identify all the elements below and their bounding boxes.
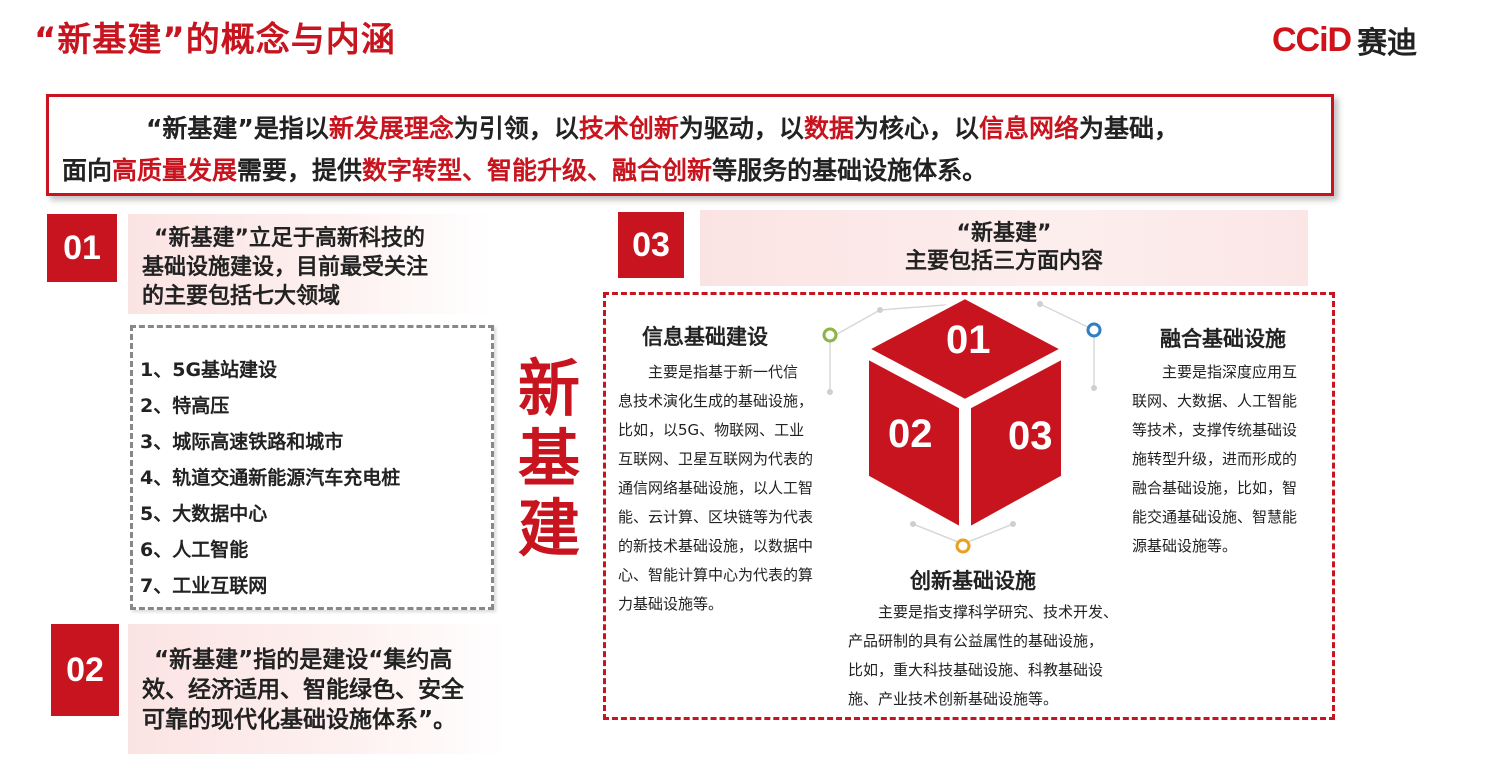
- definition-segment: 等服务的基础设施体系。: [712, 156, 988, 185]
- innovation-infra-line: 主要是指支撑科学研究、技术开发、: [878, 603, 1119, 621]
- definition-segment: 面向: [62, 156, 113, 185]
- definition-text: “新基建”是指以新发展理念为引领，以技术创新为驱动，以数据为核心，以信息网络为基…: [62, 108, 1322, 192]
- fusion-infra-line: 能交通基础设施、智慧能: [1132, 508, 1298, 526]
- fusion-infra-line: 等技术，支撑传统基础设: [1132, 421, 1298, 439]
- orange-marker-icon: [955, 538, 971, 554]
- definition-segment: “新基建”是指以: [146, 114, 329, 143]
- info-infra-line: 通信网络基础设施，以人工智: [618, 479, 814, 497]
- info-infra-line: 能、云计算、区块链等为代表: [618, 508, 814, 526]
- info-infra-line: 主要是指基于新一代信: [648, 363, 799, 381]
- fusion-infra-line: 源基础设施等。: [1132, 537, 1238, 555]
- point-03-text: “新基建” 主要包括三方面内容: [700, 220, 1308, 276]
- definition-segment: 需要，提供: [237, 156, 363, 185]
- definition-segment: 为基础，: [1078, 114, 1179, 143]
- list-item: 6、人工智能: [140, 539, 249, 561]
- innovation-infra-title: 创新基础设施: [910, 569, 1036, 593]
- page-title: “新基建”的概念与内涵: [34, 20, 396, 60]
- point-01-text: “新基建”立足于高新科技的 基础设施建设，目前最受关注 的主要包括七大领域: [142, 224, 428, 311]
- info-infra-line: 互联网、卫星互联网为代表的: [618, 450, 814, 468]
- fields-list: 1、5G基站建设 2、特高压 3、城际高速铁路和城市 4、轨道交通新能源汽车充电…: [140, 352, 400, 604]
- definition-highlight: 数字转型、智能升级、融合创新: [362, 156, 713, 185]
- connector-dot: [1091, 385, 1097, 391]
- blue-marker-icon: [1086, 322, 1102, 338]
- info-infra-line: 的新技术基础设施，以数据中: [618, 537, 814, 555]
- definition-highlight: 新发展理念: [328, 114, 454, 143]
- ccid-logo-mark: CCiD: [1272, 20, 1352, 59]
- fusion-infra-line: 融合基础设施，比如，智: [1132, 479, 1298, 497]
- point-02-text: “新基建”指的是建设“集约高 效、经济适用、智能绿色、安全 可靠的现代化基础设施…: [142, 645, 464, 735]
- fusion-infra-title: 融合基础设施: [1160, 327, 1286, 351]
- info-infra-body: 主要是指基于新一代信 息技术演化生成的基础设施， 比如，以5G、物联网、工业 互…: [618, 358, 838, 619]
- point-03-line: “新基建”: [956, 221, 1052, 246]
- definition-segment: 为引领，以: [453, 114, 579, 143]
- definition-segment: 为核心，以: [853, 114, 979, 143]
- point-02-line: “新基建”指的是建设“集约高: [154, 647, 453, 673]
- fusion-infra-line: 主要是指深度应用互: [1162, 363, 1298, 381]
- innovation-infra-line: 比如，重大科技基础设施、科教基础设: [848, 661, 1104, 679]
- point-03-line: 主要包括三方面内容: [904, 249, 1103, 274]
- list-item: 2、特高压: [140, 395, 230, 417]
- ccid-logo-text: 赛迪: [1357, 26, 1418, 61]
- fusion-infra-line: 联网、大数据、人工智能: [1132, 392, 1298, 410]
- point-01-line: “新基建”立足于高新科技的: [154, 226, 425, 251]
- info-infra-line: 力基础设施等。: [618, 595, 724, 613]
- point-02-line: 效、经济适用、智能绿色、安全: [142, 677, 464, 703]
- green-marker-icon: [822, 327, 838, 343]
- point-03-number: 03: [618, 212, 684, 278]
- point-01-line: 基础设施建设，目前最受关注: [142, 255, 429, 280]
- point-01-number: 01: [47, 214, 117, 282]
- innovation-infra-line: 产品研制的具有公益属性的基础设施，: [848, 632, 1104, 650]
- point-01-line: 的主要包括七大领域: [142, 284, 341, 309]
- cube-label-right: 03: [1008, 414, 1053, 458]
- definition-highlight: 高质量发展: [112, 156, 238, 185]
- list-item: 7、工业互联网: [140, 575, 268, 597]
- point-02-number: 02: [51, 624, 119, 716]
- list-item: 4、轨道交通新能源汽车充电桩: [140, 467, 401, 489]
- vertical-title-char: 建: [517, 492, 580, 565]
- fusion-infra-line: 施转型升级，进而形成的: [1132, 450, 1298, 468]
- info-infra-line: 息技术演化生成的基础设施，: [618, 392, 814, 410]
- definition-highlight: 数据: [803, 114, 854, 143]
- list-item: 3、城际高速铁路和城市: [140, 431, 344, 453]
- info-infra-line: 比如，以5G、物联网、工业: [618, 421, 805, 439]
- list-item: 5、大数据中心: [140, 503, 268, 525]
- cube-label-left: 02: [888, 412, 933, 456]
- list-item: 1、5G基站建设: [140, 359, 278, 381]
- definition-highlight: 技术创新: [578, 114, 679, 143]
- innovation-infra-body: 主要是指支撑科学研究、技术开发、 产品研制的具有公益属性的基础设施， 比如，重大…: [848, 598, 1138, 714]
- definition-line-1: “新基建”是指以新发展理念为引领，以技术创新为驱动，以数据为核心，以信息网络为基…: [62, 108, 1322, 150]
- cube-label-top: 01: [946, 318, 991, 362]
- definition-highlight: 信息网络: [978, 114, 1079, 143]
- fusion-infra-body: 主要是指深度应用互 联网、大数据、人工智能 等技术，支撑传统基础设 施转型升级，…: [1132, 358, 1322, 561]
- innovation-infra-line: 施、产业技术创新基础设施等。: [848, 690, 1059, 708]
- definition-segment: 为驱动，以: [678, 114, 804, 143]
- definition-line-2: 面向高质量发展需要，提供数字转型、智能升级、融合创新等服务的基础设施体系。: [62, 150, 1322, 192]
- info-infra-line: 心、智能计算中心为代表的算: [618, 566, 814, 584]
- info-infra-title: 信息基础建设: [642, 325, 768, 349]
- brand-logo: CCiD 赛迪: [1272, 16, 1417, 64]
- point-02-line: 可靠的现代化基础设施体系”。: [142, 707, 457, 733]
